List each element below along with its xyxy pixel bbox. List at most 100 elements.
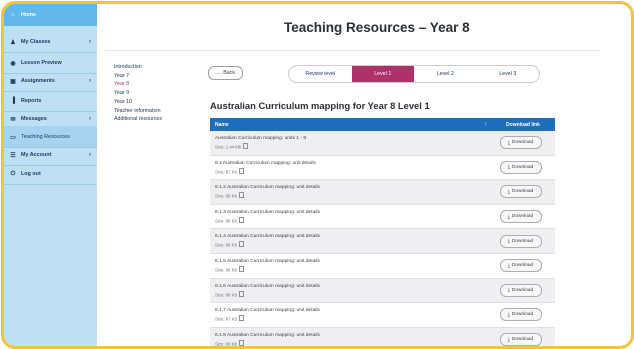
download-label: Download	[511, 337, 534, 343]
download-label: Download	[511, 164, 534, 170]
sidebar-item-label: Messages	[21, 116, 47, 122]
download-button[interactable]: ⤓ Download	[499, 136, 542, 150]
tab-level-1[interactable]: Level 1	[351, 66, 414, 82]
resource-name: Australian Curriculum mapping: units 1 -…	[215, 136, 307, 142]
download-button[interactable]: ⤓ Download	[499, 210, 542, 224]
download-button[interactable]: ⤓ Download	[499, 259, 542, 273]
resource-cell: 8.1.5 Australian Curriculum mapping: uni…	[210, 259, 486, 273]
download-button[interactable]: ⤓ Download	[499, 283, 542, 297]
sidebar-item-label: My Account	[21, 152, 52, 158]
document-icon	[238, 192, 244, 199]
sidebar-item-label: Lesson Preview	[21, 60, 62, 66]
download-button[interactable]: ⤓ Download	[499, 333, 542, 346]
back-button[interactable]: ← Back	[208, 66, 243, 80]
file-size: Size: 98 Kb	[215, 218, 237, 224]
document-icon	[243, 143, 249, 150]
download-column-header: Download link	[506, 121, 540, 128]
chevron-right-icon: ›	[89, 39, 91, 45]
resource-subnav: Introduction Year 7 Year 8 Year 9 Year 10 Tea…	[114, 63, 162, 124]
file-size: Size: 96 Kb	[215, 242, 237, 248]
download-label: Download	[511, 312, 534, 318]
resource-size: Size: 98 Kb	[215, 216, 486, 224]
back-arrow-icon: ←	[215, 70, 222, 76]
resource-size: Size: 97 Kb	[215, 315, 486, 322]
download-cell: ⤓ Download	[486, 234, 555, 248]
name-column-header[interactable]: Name	[215, 122, 229, 128]
resource-size: Size: 97 Kb	[215, 167, 486, 174]
sidebar-item-assignments[interactable]: ▣ Assignments ›	[4, 70, 97, 92]
download-cell: ⤓ Download	[486, 333, 555, 346]
download-label: Download	[511, 189, 534, 195]
sidebar-item-home[interactable]: ⌂ Home	[4, 4, 97, 26]
folder-icon: ▭	[10, 134, 16, 141]
table-row: 8.1 Australian Curriculum mapping: unit …	[210, 155, 555, 181]
subnav-link-teacher-information[interactable]: Teacher information	[114, 107, 162, 116]
chevron-right-icon: ›	[89, 78, 91, 84]
resource-size: Size: 98 Kb	[215, 192, 486, 199]
download-icon: ⤓	[507, 140, 510, 146]
download-cell: ⤓ Download	[486, 185, 555, 199]
resources-table: Name ↕ Download link Australian Curricul…	[210, 118, 555, 346]
envelope-icon: ✉	[10, 116, 16, 123]
briefcase-icon: ▣	[10, 78, 16, 85]
subnav-link-year-10[interactable]: Year 10	[114, 98, 162, 107]
document-icon	[238, 339, 244, 346]
document-icon	[238, 167, 244, 174]
resource-cell: 8.1.6 Australian Curriculum mapping: uni…	[210, 284, 486, 298]
resource-size: Size: 96 Kb	[215, 241, 486, 248]
download-label: Download	[511, 238, 534, 244]
table-row: 8.1.4 Australian Curriculum mapping: uni…	[210, 229, 555, 254]
level-tabs: Review level Level 1 Level 2 Level 3	[288, 65, 540, 83]
table-row: 8.1.2 Australian Curriculum mapping: uni…	[210, 180, 555, 205]
download-button[interactable]: ⤓ Download	[499, 308, 542, 322]
download-label: Download	[511, 214, 534, 220]
file-size: Size: 96 Kb	[215, 267, 237, 273]
subnav-link-additional-resources[interactable]: Additional resources	[114, 115, 162, 124]
resource-size: Size: 98 Kb	[215, 339, 486, 346]
table-row: Australian Curriculum mapping: units 1 -…	[210, 131, 555, 156]
sidebar-item-label: Log out	[21, 171, 41, 177]
sidebar: ⌂ Home ♟ My Classes › ◉ Lesson Preview ▣ Assignm…	[4, 4, 97, 346]
chevron-right-icon: ›	[89, 152, 91, 158]
download-button[interactable]: ⤓ Download	[499, 185, 542, 199]
subnav-link-year-9[interactable]: Year 9	[114, 89, 162, 98]
tab-review-level[interactable]: Review level	[289, 66, 352, 82]
resource-name: 8.1.3 Australian Curriculum mapping: uni…	[215, 209, 320, 215]
download-label: Download	[511, 263, 534, 269]
back-button-label: Back	[223, 70, 236, 76]
download-icon: ⤓	[507, 288, 510, 294]
table-row: 8.1.6 Australian Curriculum mapping: uni…	[210, 278, 555, 304]
table-row: 8.1.8 Australian Curriculum mapping: uni…	[210, 327, 555, 346]
file-size: Size: 1.44 Mb	[215, 144, 242, 150]
tab-level-3[interactable]: Level 3	[477, 66, 540, 82]
download-button[interactable]: ⤓ Download	[499, 234, 542, 248]
download-icon: ⤓	[507, 263, 510, 269]
sidebar-item-my-classes[interactable]: ♟ My Classes ›	[4, 31, 97, 53]
app-frame: ⌂ Home ♟ My Classes › ◉ Lesson Preview ▣ Assignm…	[1, 1, 634, 349]
table-header: Name ↕ Download link	[210, 118, 555, 131]
home-icon: ⌂	[11, 12, 15, 18]
resource-name: 8.1.5 Australian Curriculum mapping: uni…	[215, 259, 320, 265]
graduation-cap-icon: ♟	[10, 39, 16, 46]
tab-level-2[interactable]: Level 2	[414, 66, 477, 82]
users-icon: ☰	[10, 152, 16, 159]
resource-cell: 8.1.3 Australian Curriculum mapping: uni…	[210, 210, 486, 224]
subnav-link-year-8[interactable]: Year 8	[114, 80, 162, 89]
subnav-link-year-7[interactable]: Year 7	[114, 72, 162, 81]
chevron-right-icon: ›	[89, 116, 91, 122]
sort-icon[interactable]: ↕	[485, 121, 488, 127]
table-row: 8.1.7 Australian Curriculum mapping: uni…	[210, 303, 555, 328]
resource-cell: 8.1.8 Australian Curriculum mapping: uni…	[210, 333, 486, 346]
sidebar-item-log-out[interactable]: ⏻ Log out	[4, 163, 97, 185]
resource-size: Size: 1.44 Mb	[215, 143, 486, 150]
download-cell: ⤓ Download	[486, 136, 555, 150]
document-icon	[238, 315, 244, 322]
download-icon: ⤓	[507, 189, 510, 195]
document-icon	[238, 266, 244, 273]
download-cell: ⤓ Download	[486, 259, 555, 273]
subnav-link-introduction[interactable]: Introduction	[114, 63, 162, 72]
power-icon: ⏻	[10, 170, 16, 177]
download-button[interactable]: ⤓ Download	[499, 160, 542, 174]
resource-cell: 8.1 Australian Curriculum mapping: unit …	[210, 161, 486, 175]
resource-cell: 8.1.4 Australian Curriculum mapping: uni…	[210, 234, 486, 248]
